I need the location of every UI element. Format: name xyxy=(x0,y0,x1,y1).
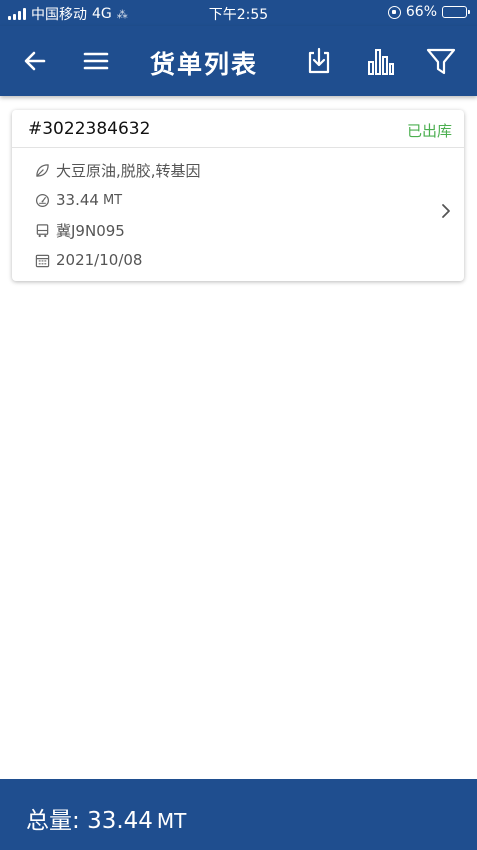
vehicle-plate: 冀J9N095 xyxy=(56,221,125,240)
chevron-right-icon[interactable] xyxy=(440,202,452,224)
product-name: 大豆原油,脱胶,转基因 xyxy=(56,161,201,180)
filter-icon[interactable] xyxy=(425,45,457,77)
back-arrow-icon[interactable] xyxy=(19,45,51,77)
quantity-row: 33.44 MT xyxy=(12,185,464,215)
total-summary: 总量: 33.44 MT xyxy=(26,801,186,835)
vehicle-row: 冀J9N095 xyxy=(12,215,464,245)
order-status-badge: 已出库 xyxy=(406,122,452,140)
status-right: 66% xyxy=(387,4,470,20)
truck-icon xyxy=(34,222,50,238)
order-card[interactable]: #3022384632 已出库 大豆原油,脱胶,转基因 33.44 MT 冀J9… xyxy=(12,110,464,281)
total-unit: MT xyxy=(156,809,187,833)
total-label: 总量: xyxy=(26,808,80,834)
order-number: #3022384632 xyxy=(28,119,151,139)
product-row: 大豆原油,脱胶,转基因 xyxy=(12,155,464,185)
order-date: 2021/10/08 xyxy=(56,251,143,269)
gauge-icon xyxy=(34,192,50,208)
footer-bar: 总量: 33.44 MT xyxy=(0,779,477,850)
nav-bar: 货单列表 xyxy=(0,26,477,96)
total-value: 33.44 xyxy=(87,808,153,834)
menu-icon[interactable] xyxy=(80,45,112,77)
quantity-value: 33.44 xyxy=(56,191,99,209)
page-title: 货单列表 xyxy=(150,50,259,79)
battery-percent: 66% xyxy=(405,4,437,20)
calendar-icon xyxy=(34,252,50,268)
date-row: 2021/10/08 xyxy=(12,245,464,275)
leaf-icon xyxy=(34,162,50,178)
download-icon[interactable] xyxy=(303,45,335,77)
battery-icon xyxy=(442,6,470,18)
bar-chart-icon[interactable] xyxy=(364,45,396,77)
quantity-unit: MT xyxy=(102,192,123,208)
status-bar: 中国移动 4G ⁂ 下午2:55 66% xyxy=(0,0,477,26)
rotation-lock-icon xyxy=(387,5,401,19)
order-card-header: #3022384632 已出库 xyxy=(12,110,464,148)
order-card-body: 大豆原油,脱胶,转基因 33.44 MT 冀J9N095 2021/10/08 xyxy=(12,148,464,275)
